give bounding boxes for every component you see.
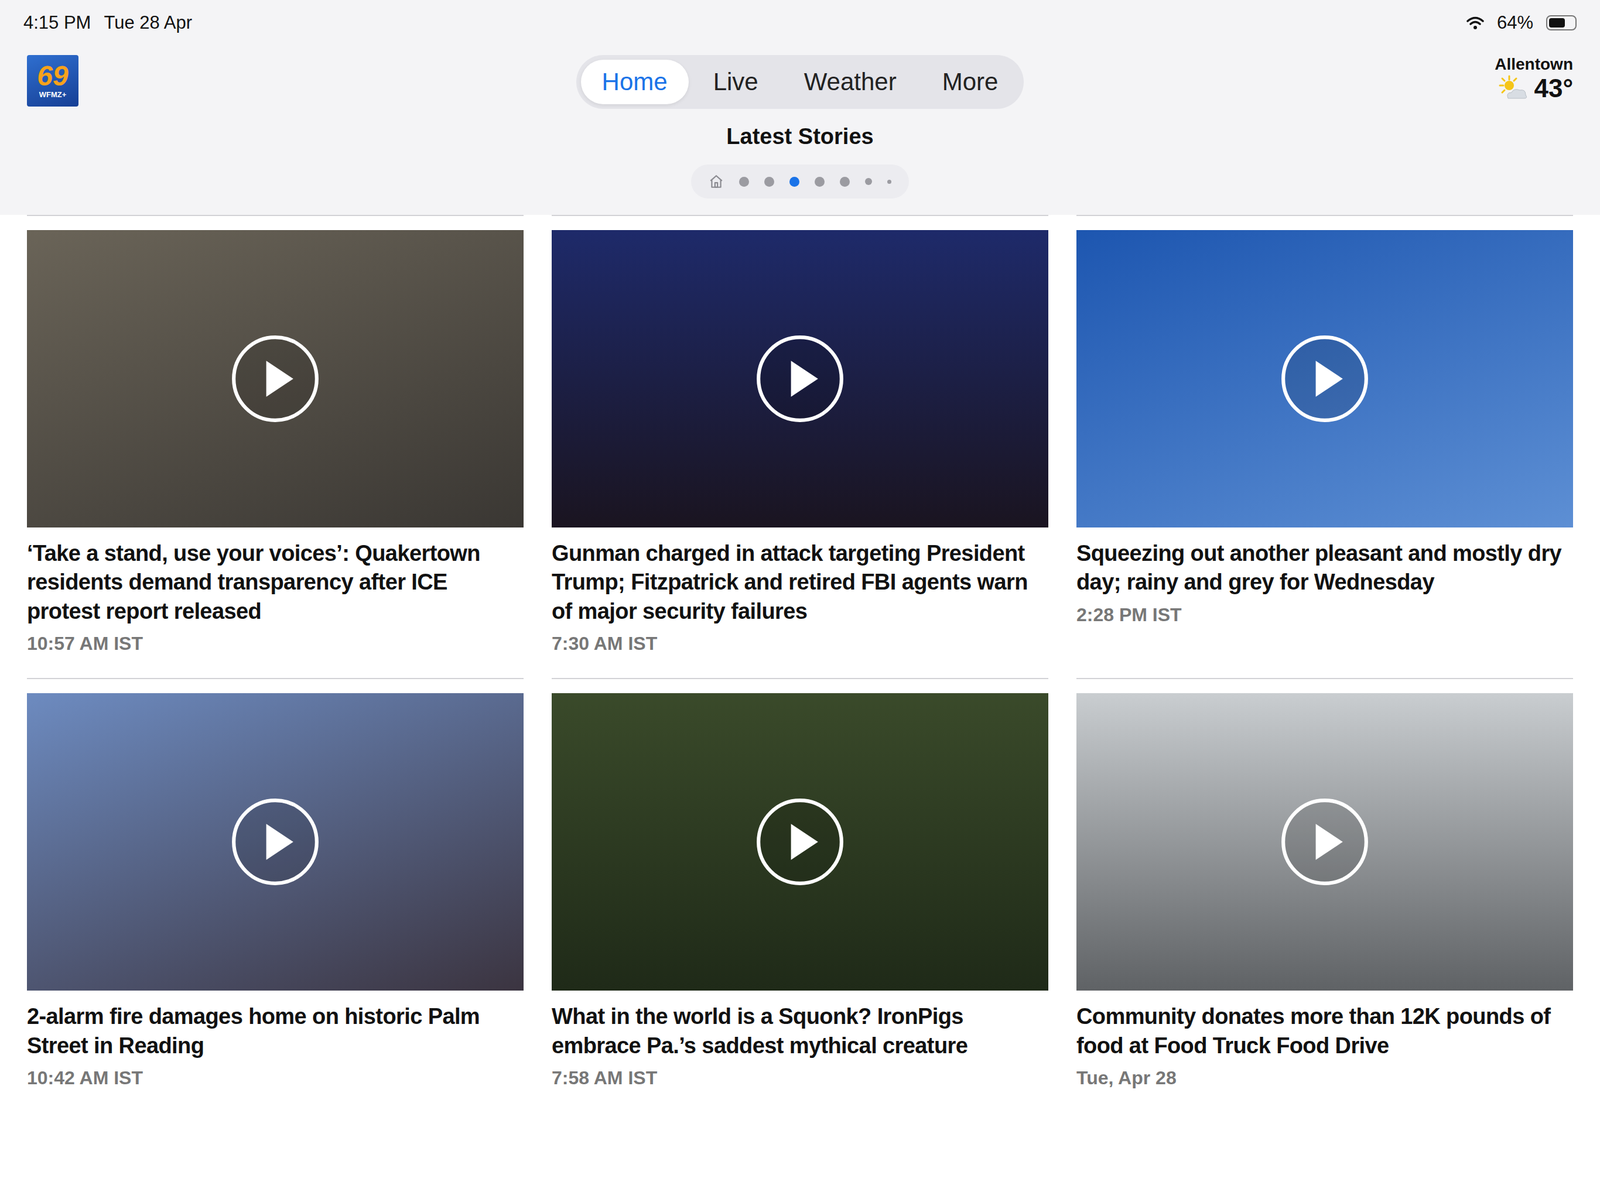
story-time: 10:57 AM IST xyxy=(26,633,524,655)
section-title: Latest Stories xyxy=(0,124,1600,150)
story-title[interactable]: ‘Take a stand, use your voices’: Quakert… xyxy=(26,539,524,627)
story-card[interactable]: ‘Take a stand, use your voices’: Quakert… xyxy=(26,214,524,655)
play-icon[interactable] xyxy=(1279,797,1370,888)
play-icon[interactable] xyxy=(754,333,846,425)
play-icon[interactable] xyxy=(1279,333,1370,425)
story-time: 10:42 AM IST xyxy=(26,1067,524,1090)
nav-tab[interactable]: Home xyxy=(580,59,689,105)
play-icon[interactable] xyxy=(230,333,321,425)
nav-tab[interactable]: Weather xyxy=(783,59,918,105)
story-card[interactable]: 2-alarm fire damages home on historic Pa… xyxy=(26,678,524,1090)
top-bar: 69WFMZ+ HomeLiveWeatherMore Allentown43° xyxy=(0,45,1600,109)
story-image[interactable] xyxy=(26,693,524,991)
page-dot[interactable] xyxy=(764,176,775,187)
story-card[interactable]: What in the world is a Squonk? IronPigs … xyxy=(551,678,1049,1090)
story-title[interactable]: 2-alarm fire damages home on historic Pa… xyxy=(26,1002,524,1061)
story-image[interactable] xyxy=(551,230,1049,528)
wifi-icon xyxy=(1466,15,1485,30)
page-dot[interactable] xyxy=(789,176,800,187)
nav-tabs: HomeLiveWeatherMore xyxy=(576,55,1025,109)
story-image[interactable] xyxy=(1076,230,1574,528)
story-time: 7:58 AM IST xyxy=(551,1067,1049,1090)
play-icon[interactable] xyxy=(754,797,846,888)
play-icon[interactable] xyxy=(230,797,321,888)
status-bar: 4:15 PM Tue 28 Apr 64% xyxy=(0,0,1600,46)
header: 4:15 PM Tue 28 Apr 64% 69WFMZ+ HomeLiveWeath… xyxy=(0,0,1600,215)
page-dot[interactable] xyxy=(739,176,750,187)
nav-tab[interactable]: Live xyxy=(692,59,780,105)
story-time: Tue, Apr 28 xyxy=(1076,1067,1574,1090)
story-card[interactable]: Gunman charged in attack targeting Presi… xyxy=(551,214,1049,655)
story-title[interactable]: Community donates more than 12K pounds o… xyxy=(1076,1002,1574,1061)
page-dot[interactable] xyxy=(865,178,873,186)
story-card[interactable]: Squeezing out another pleasant and mostl… xyxy=(1076,214,1574,655)
story-time: 2:28 PM IST xyxy=(1076,604,1574,627)
story-title[interactable]: Squeezing out another pleasant and mostl… xyxy=(1076,539,1574,598)
story-card[interactable]: Community donates more than 12K pounds o… xyxy=(1076,678,1574,1090)
page-dot[interactable] xyxy=(814,176,825,187)
weather-temperature: 43° xyxy=(1533,73,1574,104)
page: 4:15 PM Tue 28 Apr 64% 69WFMZ+ HomeLiveWeath… xyxy=(0,0,1600,1199)
status-time: 4:15 PM xyxy=(23,12,91,34)
story-image[interactable] xyxy=(551,693,1049,991)
story-image[interactable] xyxy=(1076,693,1574,991)
page-dot[interactable] xyxy=(887,179,892,184)
home-icon[interactable] xyxy=(708,173,724,190)
page-dot[interactable] xyxy=(839,176,850,187)
battery-icon xyxy=(1546,15,1577,31)
battery-percent: 64% xyxy=(1496,12,1534,34)
nav-tab[interactable]: More xyxy=(921,59,1020,105)
weather-widget[interactable]: Allentown43° xyxy=(1494,55,1574,104)
status-date: Tue 28 Apr xyxy=(103,12,193,34)
story-image[interactable] xyxy=(26,230,524,528)
story-title[interactable]: Gunman charged in attack targeting Presi… xyxy=(551,539,1049,627)
sun-cloud-icon xyxy=(1497,74,1530,102)
weather-city: Allentown xyxy=(1494,55,1574,74)
story-grid: ‘Take a stand, use your voices’: Quakert… xyxy=(0,214,1600,1107)
story-title[interactable]: What in the world is a Squonk? IronPigs … xyxy=(551,1002,1049,1061)
story-time: 7:30 AM IST xyxy=(551,633,1049,655)
logo[interactable]: 69WFMZ+ xyxy=(26,55,79,107)
page-indicator xyxy=(691,164,909,199)
